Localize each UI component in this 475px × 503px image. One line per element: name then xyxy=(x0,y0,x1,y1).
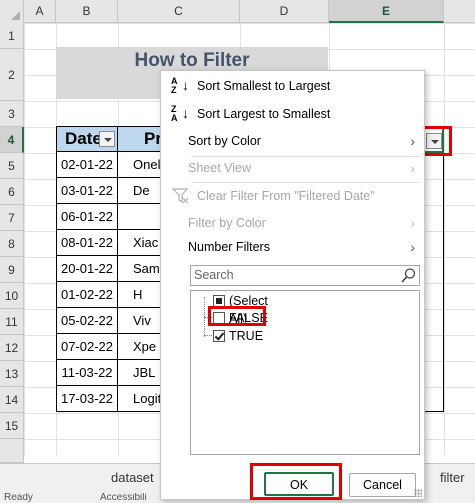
sort-ascending-item[interactable]: A Z ↓ Sort Smallest to Largest xyxy=(161,73,424,99)
sort-descending-item[interactable]: Z A ↓ Sort Largest to Smallest xyxy=(161,101,424,127)
row-header-8[interactable]: 8 xyxy=(0,231,24,257)
number-filters-label: Number Filters xyxy=(188,240,270,254)
row-header-14[interactable]: 14 xyxy=(0,387,24,413)
column-header-b[interactable]: B xyxy=(56,0,118,23)
true-label: TRUE xyxy=(229,329,264,343)
status-ready: Ready xyxy=(4,493,33,503)
highlight-false-option xyxy=(208,306,266,326)
table-cell-date[interactable]: 11-03-22 xyxy=(56,360,118,386)
row-header-3[interactable]: 3 xyxy=(0,101,24,127)
column-header-d[interactable]: D xyxy=(240,0,329,23)
select-all-corner[interactable] xyxy=(0,0,24,23)
row-header-12[interactable]: 12 xyxy=(0,335,24,361)
filter-search-input[interactable]: Search xyxy=(190,265,420,286)
sheet-tab-filter[interactable]: filter xyxy=(440,470,465,485)
sort-by-color-item[interactable]: Sort by Color › xyxy=(161,128,424,154)
column-e-table-border xyxy=(424,152,444,412)
table-cell-date[interactable]: 01-02-22 xyxy=(56,282,118,308)
row-header-13[interactable]: 13 xyxy=(0,361,24,387)
row-header-6[interactable]: 6 xyxy=(0,179,24,205)
search-icon xyxy=(401,268,416,283)
sort-ascending-label: Sort Smallest to Largest xyxy=(197,79,331,93)
filter-popup: A Z ↓ Sort Smallest to Largest Z A ↓ Sort La… xyxy=(160,70,425,500)
row-header-5[interactable]: 5 xyxy=(0,153,24,179)
row-header-15[interactable]: 15 xyxy=(0,413,24,439)
table-cell-date[interactable]: 08-01-22 xyxy=(56,230,118,256)
sheet-tab-dataset[interactable]: dataset xyxy=(111,470,154,485)
date-filter-dropdown-button[interactable] xyxy=(99,131,115,147)
filter-by-color-label: Filter by Color xyxy=(188,216,266,230)
sort-by-color-label: Sort by Color xyxy=(188,134,261,148)
cancel-button[interactable]: Cancel xyxy=(349,473,416,497)
tree-connector xyxy=(204,335,212,336)
highlight-ok-button xyxy=(250,463,342,500)
filter-search-placeholder: Search xyxy=(194,268,234,282)
clear-filter-item: Clear Filter From "Filtered Date" xyxy=(161,183,424,209)
sheet-view-item: Sheet View › xyxy=(161,155,424,181)
table-cell-date[interactable]: 17-03-22 xyxy=(56,386,118,412)
row-header-9[interactable]: 9 xyxy=(0,257,24,283)
table-cell-date[interactable]: 06-01-22 xyxy=(56,204,118,230)
row-header-11[interactable]: 11 xyxy=(0,309,24,335)
row-header-10[interactable]: 10 xyxy=(0,283,24,309)
clear-filter-icon xyxy=(172,188,189,204)
table-cell-date[interactable]: 20-01-22 xyxy=(56,256,118,282)
sort-descending-label: Sort Largest to Smallest xyxy=(197,107,331,121)
submenu-arrow-icon: › xyxy=(410,160,415,176)
clear-filter-label: Clear Filter From "Filtered Date" xyxy=(197,189,375,203)
table-header-date-label: Date xyxy=(65,129,102,148)
column-header-f[interactable] xyxy=(444,0,475,23)
table-cell-date[interactable]: 05-02-22 xyxy=(56,308,118,334)
submenu-arrow-icon: › xyxy=(410,215,415,231)
sort-descending-icon: Z A ↓ xyxy=(171,104,189,123)
true-checkbox[interactable] xyxy=(213,330,225,342)
filter-by-color-item: Filter by Color › xyxy=(161,210,424,236)
table-cell-date[interactable]: 07-02-22 xyxy=(56,334,118,360)
column-header-a[interactable]: A xyxy=(24,0,56,23)
row-header-16[interactable] xyxy=(0,439,24,463)
column-header-c[interactable]: C xyxy=(118,0,240,23)
submenu-arrow-icon: › xyxy=(410,133,415,149)
highlight-e4-dropdown xyxy=(421,126,452,156)
table-cell-date[interactable]: 03-01-22 xyxy=(56,178,118,204)
resize-grip-icon[interactable] xyxy=(414,489,422,497)
sheet-view-label: Sheet View xyxy=(188,161,252,175)
submenu-arrow-icon: › xyxy=(410,239,415,255)
row-header-2[interactable]: 2 xyxy=(0,49,24,101)
column-header-e[interactable]: E xyxy=(329,0,444,23)
row-header-1[interactable]: 1 xyxy=(0,23,24,49)
row-header-7[interactable]: 7 xyxy=(0,205,24,231)
table-cell-date[interactable]: 02-01-22 xyxy=(56,152,118,178)
title-line-1: How to Filter xyxy=(134,50,250,71)
number-filters-item[interactable]: Number Filters › xyxy=(161,234,424,260)
row-header-4[interactable]: 4 xyxy=(0,127,24,153)
status-accessibility[interactable]: Accessibili xyxy=(100,493,147,503)
sort-ascending-icon: A Z ↓ xyxy=(171,76,189,95)
